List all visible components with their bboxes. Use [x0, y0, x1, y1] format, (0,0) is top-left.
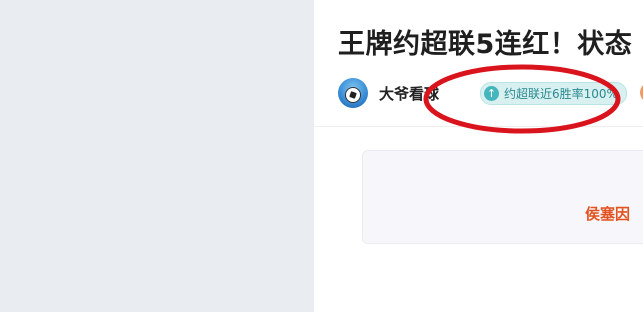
author-avatar[interactable] [338, 78, 368, 108]
match-card[interactable]: 侯塞因 [362, 150, 643, 244]
win-rate-badge[interactable]: ↑ 约超联近6胜率100% [480, 82, 627, 105]
left-gutter [0, 0, 314, 312]
author-row: 大爷看球 ↑ 约超联近6胜率100% 🔥 最 [338, 76, 643, 110]
team-name: 侯塞因 [585, 205, 631, 223]
divider [314, 126, 643, 127]
author-name[interactable]: 大爷看球 [379, 83, 439, 104]
article-title: 王牌约超联5连红！状态 [338, 29, 633, 60]
article-content: 王牌约超联5连红！状态 大爷看球 ↑ 约超联近6胜率100% 🔥 最 侯塞因 [314, 0, 643, 312]
win-rate-badge-text: 约超联近6胜率100% [504, 87, 618, 101]
arrow-up-icon: ↑ [484, 86, 499, 101]
soccer-ball-icon [345, 87, 361, 103]
